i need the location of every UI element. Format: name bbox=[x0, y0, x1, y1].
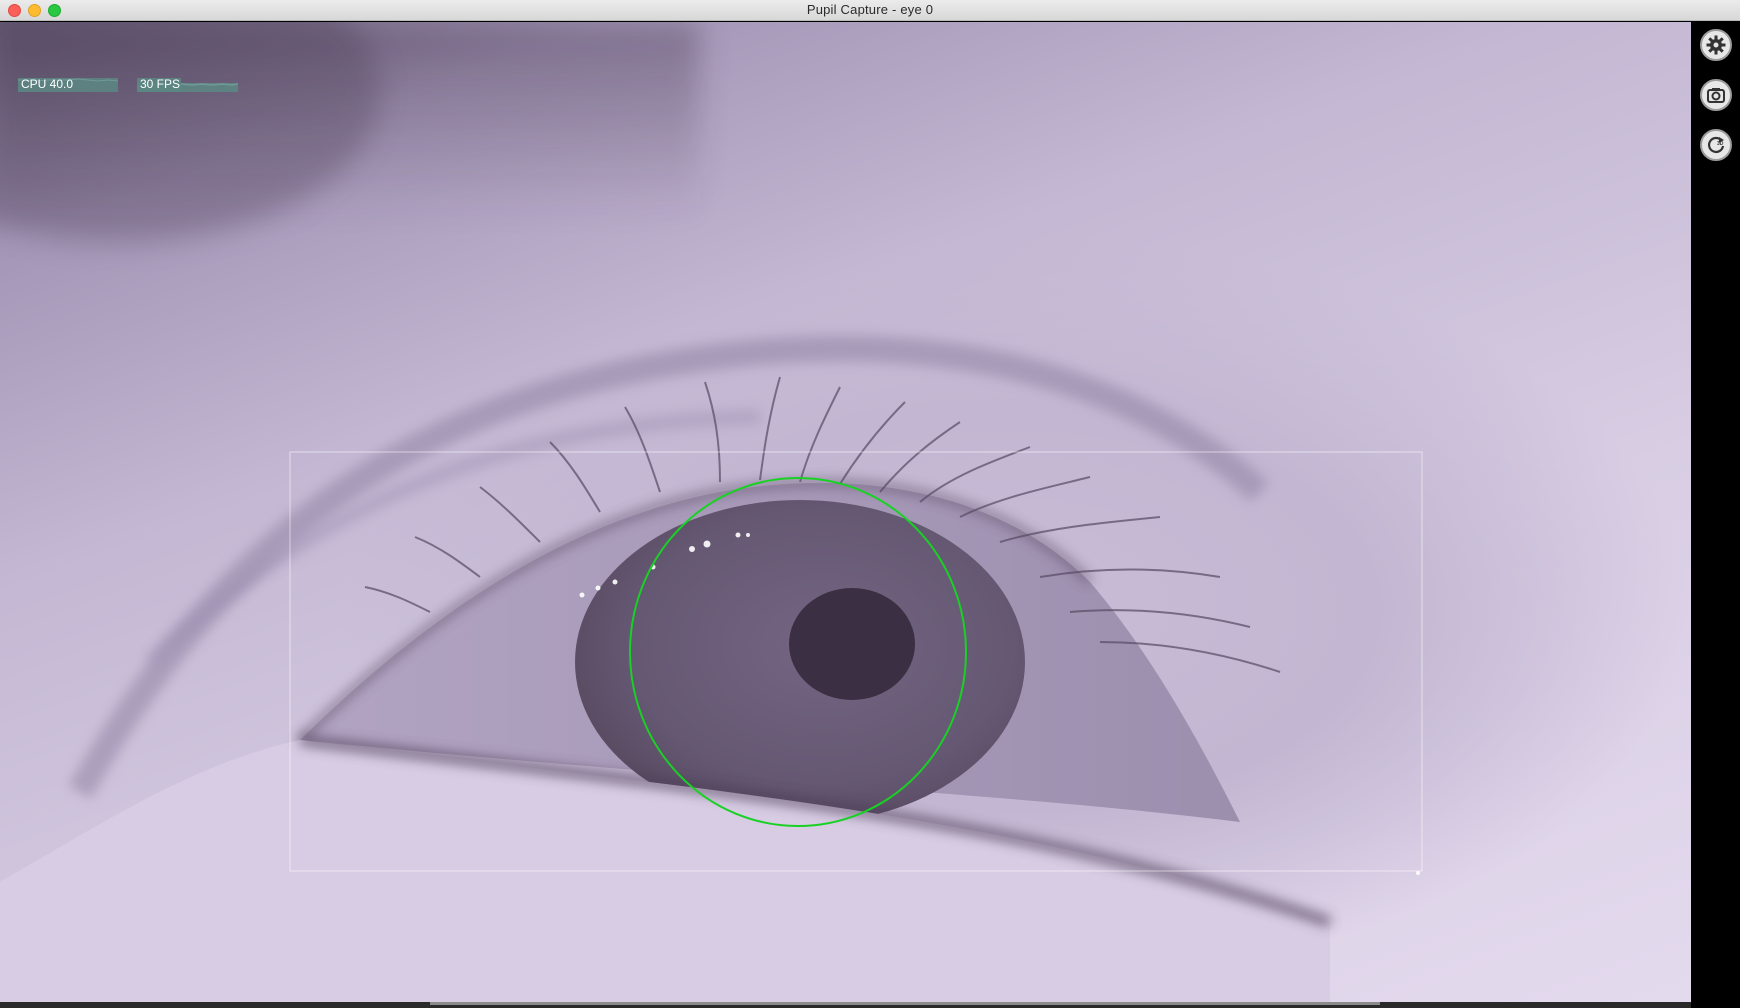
app-window: Pupil Capture - eye 0 CPU 40.0 30 FPS 3D bbox=[0, 0, 1740, 1008]
camera-icon bbox=[1707, 88, 1725, 103]
eye-image bbox=[0, 22, 1423, 1002]
title-bar[interactable]: Pupil Capture - eye 0 bbox=[0, 0, 1740, 21]
svg-text:3D: 3D bbox=[1717, 141, 1724, 147]
window-title: Pupil Capture - eye 0 bbox=[806, 2, 934, 17]
cpu-graph-label: CPU 40.0 bbox=[21, 77, 74, 91]
3d-reset-icon: 3D bbox=[1708, 136, 1725, 153]
right-toolbar: 3D bbox=[1691, 22, 1740, 1008]
fps-graph-label: 30 FPS bbox=[140, 77, 181, 91]
fps-graph: 30 FPS bbox=[137, 76, 238, 93]
reset-3d-model-button[interactable]: 3D bbox=[1700, 129, 1732, 161]
bottom-edge bbox=[0, 1002, 1691, 1008]
capture-button[interactable] bbox=[1700, 79, 1732, 111]
horizontal-scroll-thumb[interactable] bbox=[430, 1002, 1380, 1005]
eye-camera-view[interactable]: CPU 40.0 30 FPS bbox=[0, 22, 1691, 1002]
gear-icon bbox=[1706, 35, 1726, 55]
cpu-graph: CPU 40.0 bbox=[18, 76, 118, 93]
settings-button[interactable] bbox=[1700, 29, 1732, 61]
